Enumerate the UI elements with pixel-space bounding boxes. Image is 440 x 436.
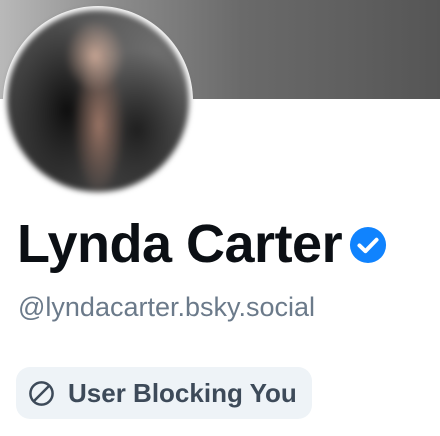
block-icon bbox=[29, 380, 54, 406]
display-name-row: Lynda Carter bbox=[17, 211, 387, 277]
verified-check-icon bbox=[350, 226, 387, 264]
display-name: Lynda Carter bbox=[17, 214, 343, 274]
avatar-image[interactable] bbox=[7, 10, 189, 192]
profile-handle: @lyndacarter.bsky.social bbox=[18, 292, 316, 322]
avatar[interactable] bbox=[3, 6, 193, 196]
blocked-status-label: User Blocking You bbox=[68, 377, 297, 408]
blocked-status-badge: User Blocking You bbox=[16, 367, 312, 419]
